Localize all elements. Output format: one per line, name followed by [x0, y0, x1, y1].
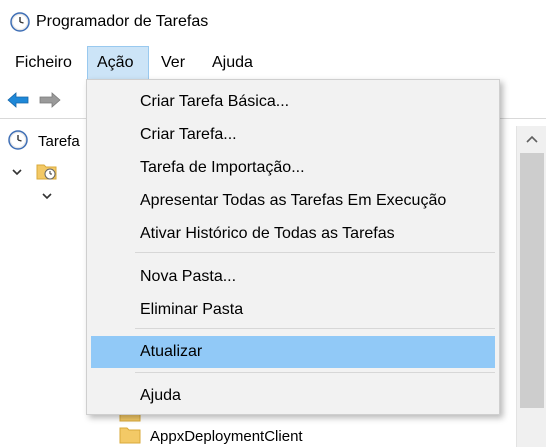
forward-arrow-icon[interactable] [38, 91, 62, 109]
menu-ficheiro[interactable]: Ficheiro [6, 46, 81, 80]
menu-item-criar-tarefa-basica[interactable]: Criar Tarefa Básica... [91, 86, 495, 118]
tree-root-label[interactable]: Tarefa [38, 132, 80, 152]
menu-ver[interactable]: Ver [152, 46, 194, 80]
chevron-down-icon[interactable] [41, 190, 53, 202]
tree-folder-label[interactable]: AppxDeploymentClient [150, 427, 303, 447]
menu-bar: Ficheiro Ação Ver Ajuda [0, 46, 546, 80]
menu-ajuda[interactable]: Ajuda [203, 46, 262, 80]
menu-item-apresentar-tarefas-execucao[interactable]: Apresentar Todas as Tarefas Em Execução [91, 185, 495, 217]
scroll-up-arrow-icon[interactable] [517, 126, 546, 152]
menu-item-criar-tarefa[interactable]: Criar Tarefa... [91, 119, 495, 151]
scroll-thumb[interactable] [520, 153, 544, 408]
menu-separator [135, 252, 495, 253]
clock-icon [8, 130, 28, 150]
chevron-down-icon[interactable] [11, 166, 23, 178]
menu-item-eliminar-pasta[interactable]: Eliminar Pasta [91, 294, 495, 326]
menu-item-tarefa-importacao[interactable]: Tarefa de Importação... [91, 152, 495, 184]
menu-item-ativar-historico[interactable]: Ativar Histórico de Todas as Tarefas [91, 218, 495, 250]
folder-clock-icon [36, 164, 57, 180]
back-arrow-icon[interactable] [6, 91, 30, 109]
title-bar: Programador de Tarefas [0, 0, 546, 44]
menu-acao[interactable]: Ação [87, 46, 149, 80]
menu-separator [135, 328, 495, 329]
menu-item-nova-pasta[interactable]: Nova Pasta... [91, 261, 495, 293]
action-menu-dropdown: Criar Tarefa Básica... Criar Tarefa... T… [86, 79, 500, 415]
folder-icon [119, 427, 141, 444]
menu-separator [135, 372, 495, 373]
vertical-scrollbar[interactable] [516, 126, 546, 447]
menu-item-ajuda[interactable]: Ajuda [91, 380, 495, 412]
clock-icon [10, 12, 30, 32]
menu-item-atualizar[interactable]: Atualizar [91, 336, 495, 368]
window-title: Programador de Tarefas [36, 13, 209, 30]
